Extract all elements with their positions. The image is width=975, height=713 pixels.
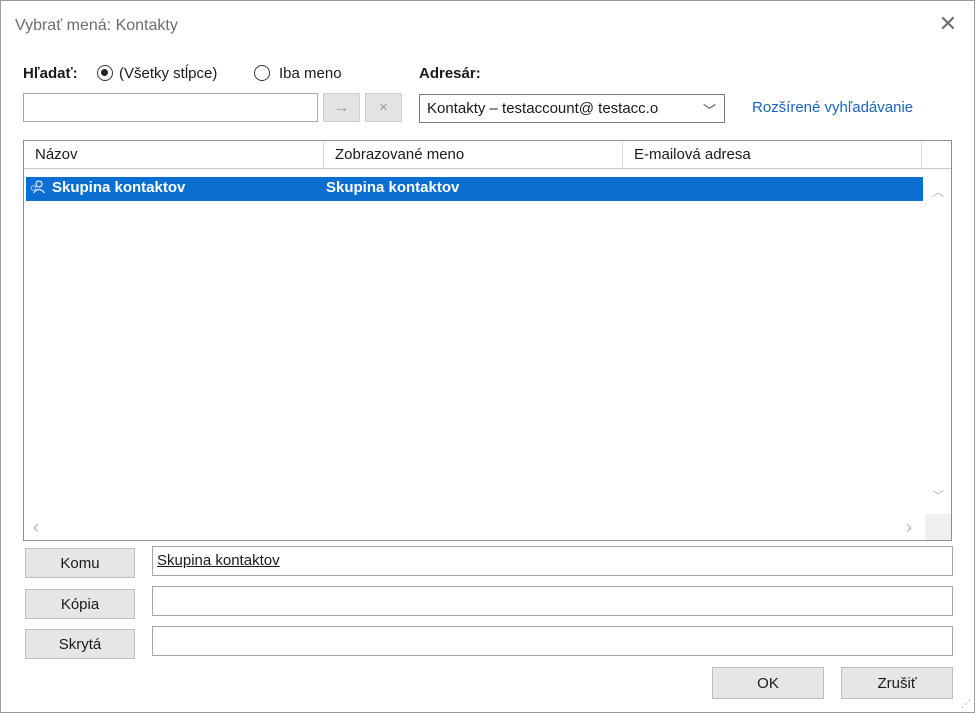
scrollbar-corner — [925, 514, 951, 540]
chevron-down-icon: ﹀ — [702, 103, 716, 118]
radio-all-columns-label[interactable]: (Všetky stĺpce) — [119, 65, 217, 82]
address-book-selected: Kontakty – testaccount@ testacc.o — [427, 100, 659, 117]
radio-all-columns[interactable] — [97, 65, 113, 81]
clear-icon: × — [379, 99, 388, 116]
row-display-name: Skupina kontaktov — [326, 179, 460, 196]
address-book-label: Adresár: — [419, 65, 481, 82]
vertical-scrollbar[interactable]: ︿ ﹀ — [925, 169, 951, 515]
resize-grip-icon[interactable]: ⋰ — [961, 699, 971, 710]
scroll-right-icon[interactable]: › — [906, 517, 912, 538]
contact-group-icon — [29, 180, 46, 197]
cc-button[interactable]: Kópia — [25, 589, 135, 619]
address-book-select[interactable]: Kontakty – testaccount@ testacc.o ﹀ — [419, 94, 725, 123]
search-input[interactable] — [23, 93, 318, 122]
dialog-title: Vybrať mená: Kontakty — [15, 17, 178, 34]
column-header-display-name[interactable]: Zobrazované meno — [324, 141, 623, 168]
arrow-right-icon: → — [334, 99, 349, 116]
search-clear-button[interactable]: × — [365, 93, 402, 122]
to-button[interactable]: Komu — [25, 548, 135, 578]
contacts-list[interactable]: Názov Zobrazované meno E-mailová adresa … — [23, 140, 952, 541]
scroll-up-icon[interactable]: ︿ — [932, 183, 944, 200]
row-name: Skupina kontaktov — [52, 179, 186, 196]
list-header: Názov Zobrazované meno E-mailová adresa — [24, 141, 951, 169]
close-icon[interactable]: ✕ — [935, 11, 961, 37]
search-go-button[interactable]: → — [323, 93, 360, 122]
search-label: Hľadať: — [23, 65, 78, 82]
bcc-button[interactable]: Skrytá — [25, 629, 135, 659]
scroll-down-icon[interactable]: ﹀ — [932, 487, 944, 504]
column-header-name[interactable]: Názov — [24, 141, 324, 168]
cc-field[interactable] — [152, 586, 953, 616]
radio-name-only[interactable] — [254, 65, 270, 81]
to-field[interactable]: Skupina kontaktov — [152, 546, 953, 576]
advanced-search-link[interactable]: Rozšírené vyhľadávanie — [752, 99, 913, 116]
cancel-button[interactable]: Zrušiť — [841, 667, 953, 699]
select-names-dialog: Vybrať mená: Kontakty ✕ Hľadať: (Všetky … — [0, 0, 975, 713]
scroll-left-icon[interactable]: ‹ — [33, 517, 39, 538]
column-header-email[interactable]: E-mailová adresa — [623, 141, 922, 168]
horizontal-scrollbar[interactable]: ‹ › — [24, 514, 924, 540]
table-row[interactable]: Skupina kontaktov Skupina kontaktov — [26, 177, 923, 201]
ok-button[interactable]: OK — [712, 667, 824, 699]
radio-name-only-label[interactable]: Iba meno — [279, 65, 342, 82]
to-recipient[interactable]: Skupina kontaktov — [157, 552, 280, 569]
bcc-field[interactable] — [152, 626, 953, 656]
